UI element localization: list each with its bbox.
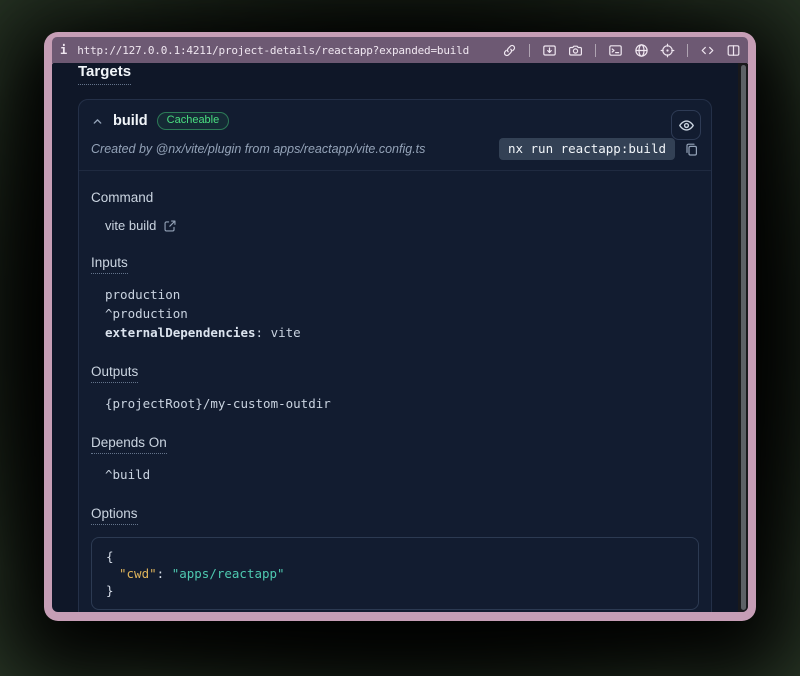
options-json-block: { "cwd": "apps/reactapp" }	[91, 537, 699, 610]
json-line-cwd: "cwd": "apps/reactapp"	[106, 565, 684, 582]
toolbar-separator	[687, 44, 688, 57]
toolbar-separator	[529, 44, 530, 57]
target-name: build	[113, 113, 148, 129]
target-card-build: build Cacheable Created by @nx/vite/plug…	[78, 99, 712, 612]
depends-on-heading[interactable]: Depends On	[91, 435, 167, 454]
input-item: externalDependencies: vite	[105, 323, 699, 342]
outputs-heading[interactable]: Outputs	[91, 364, 138, 383]
run-command-chip: nx run reactapp:build	[499, 138, 675, 160]
split-view-icon[interactable]	[725, 42, 742, 59]
input-item: ^production	[105, 304, 699, 323]
toolbar-actions	[501, 42, 742, 59]
browser-toolbar: i http://127.0.0.1:4211/project-details/…	[52, 37, 748, 63]
output-item: {projectRoot}/my-custom-outdir	[105, 394, 699, 413]
toolbar-separator	[595, 44, 596, 57]
options-section: Options { "cwd": "apps/reactapp" }	[91, 505, 699, 610]
depends-on-section: Depends On ^build	[91, 434, 699, 484]
scrollbar-track[interactable]	[738, 63, 748, 612]
input-item-key: externalDependencies	[105, 325, 256, 340]
command-value-row: vite build	[91, 218, 699, 233]
globe-icon[interactable]	[633, 42, 650, 59]
created-by-text: Created by @nx/vite/plugin from apps/rea…	[91, 142, 490, 156]
view-target-button[interactable]	[671, 110, 701, 140]
external-link-icon[interactable]	[163, 219, 177, 233]
info-icon: i	[58, 43, 69, 57]
input-item-value: : vite	[256, 325, 301, 340]
depends-on-list: ^build	[91, 465, 699, 484]
link-icon[interactable]	[501, 42, 518, 59]
terminal-icon[interactable]	[607, 42, 624, 59]
outputs-section: Outputs {projectRoot}/my-custom-outdir	[91, 363, 699, 413]
chevron-up-icon[interactable]	[91, 115, 104, 128]
inputs-heading[interactable]: Inputs	[91, 255, 128, 274]
inputs-list: production ^production externalDependenc…	[91, 285, 699, 342]
build-details: Command vite build Inputs production	[79, 171, 711, 612]
json-colon: :	[157, 566, 172, 581]
build-header[interactable]: build Cacheable	[79, 100, 711, 132]
json-value: "apps/reactapp"	[172, 566, 285, 581]
input-item: production	[105, 285, 699, 304]
json-line-open: {	[106, 548, 684, 565]
browser-window: i http://127.0.0.1:4211/project-details/…	[44, 32, 756, 621]
url-input[interactable]: http://127.0.0.1:4211/project-details/re…	[77, 44, 493, 57]
download-icon[interactable]	[541, 42, 558, 59]
command-section: Command vite build	[91, 189, 699, 233]
json-key: "cwd"	[119, 566, 157, 581]
copy-icon[interactable]	[684, 142, 699, 157]
created-by-row: Created by @nx/vite/plugin from apps/rea…	[79, 132, 711, 171]
depends-on-item: ^build	[105, 465, 699, 484]
json-line-close: }	[106, 582, 684, 599]
code-icon[interactable]	[699, 42, 716, 59]
inputs-section: Inputs production ^production externalDe…	[91, 254, 699, 342]
camera-icon[interactable]	[567, 42, 584, 59]
cacheable-badge: Cacheable	[157, 112, 230, 130]
command-heading: Command	[91, 190, 153, 205]
outputs-list: {projectRoot}/my-custom-outdir	[91, 394, 699, 413]
options-heading[interactable]: Options	[91, 506, 138, 525]
page-content: Targets build Cacheable Created by @nx/v…	[52, 63, 748, 612]
target-icon[interactable]	[659, 42, 676, 59]
command-value: vite build	[105, 218, 156, 233]
scrollbar-thumb[interactable]	[741, 65, 746, 610]
targets-heading[interactable]: Targets	[78, 63, 131, 85]
